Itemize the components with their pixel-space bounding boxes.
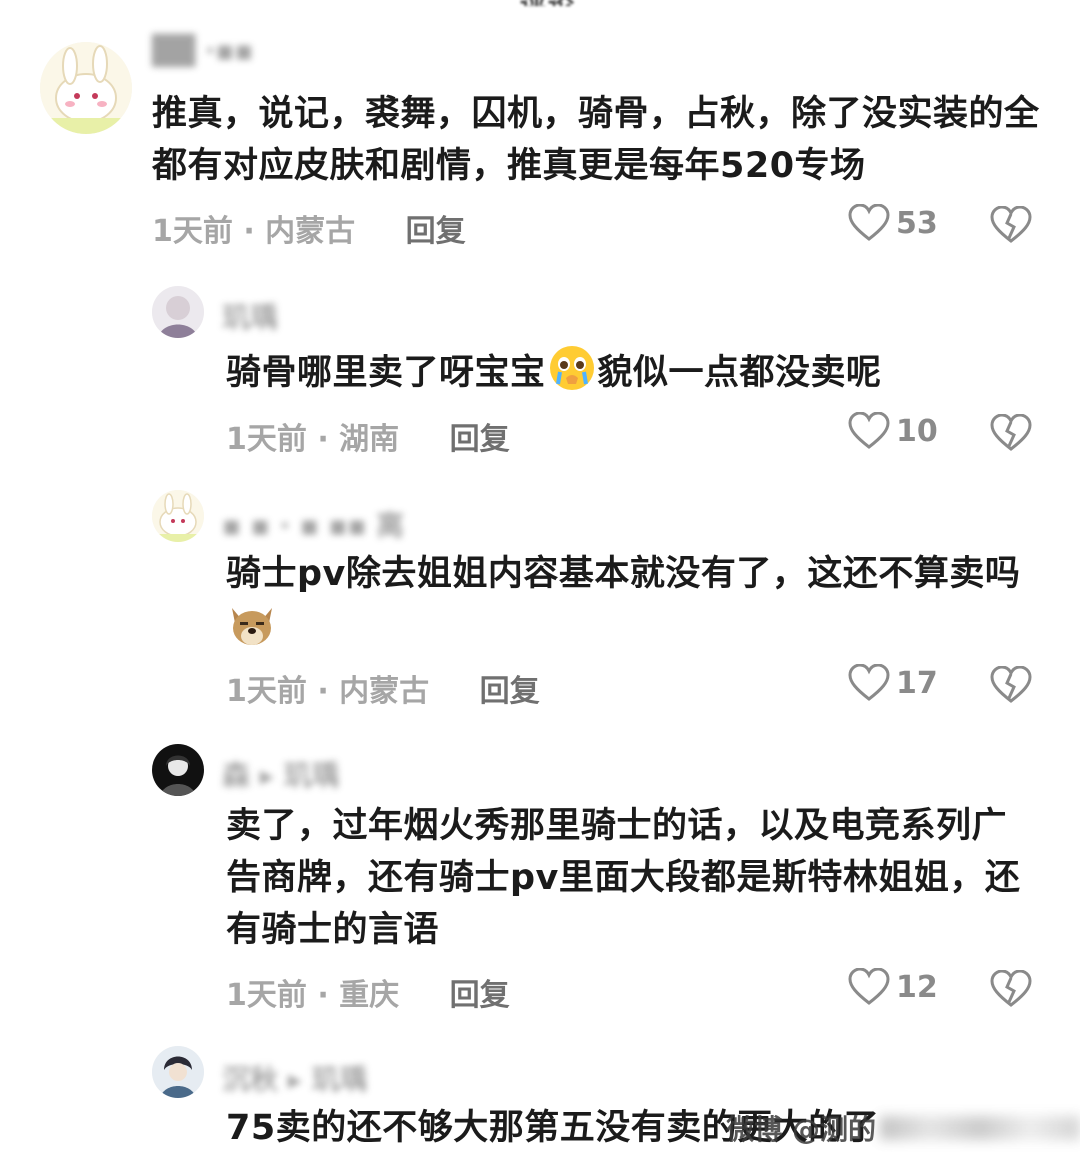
avatar[interactable] [152, 1046, 204, 1098]
comment-meta: 1天前 · 内蒙古 回复 [226, 666, 540, 710]
like-button[interactable]: 12 [848, 968, 938, 1006]
reply-button[interactable]: 回复 [406, 214, 466, 249]
like-button[interactable]: 17 [848, 664, 938, 702]
dark-character-avatar-icon [152, 744, 204, 796]
username[interactable]: 沉秋 ▸ 玑瑀 [222, 1058, 368, 1098]
username[interactable]: 玑瑀 [222, 296, 278, 336]
character-avatar-icon [152, 1046, 204, 1098]
comment-text-part: 骑士pv除去姐姐内容基本就没有了，这还不算卖吗 [226, 554, 1021, 594]
broken-heart-icon[interactable] [990, 666, 1032, 704]
heart-outline-icon [848, 664, 890, 701]
bunny-avatar-icon [152, 490, 204, 542]
like-button[interactable]: 10 [848, 412, 938, 450]
watermark-blur [880, 1116, 1080, 1140]
comment-meta: 1天前 · 重庆 回复 [226, 970, 510, 1014]
avatar[interactable] [152, 490, 204, 542]
time-location: 1天前 · 重庆 [226, 978, 400, 1013]
username[interactable]: ▪ ▪ · ▪ ▪▪ 离 [222, 504, 404, 544]
like-count: 12 [896, 969, 938, 1005]
avatar[interactable] [40, 42, 132, 134]
comment-text-part: 骑骨哪里卖了呀宝宝 [226, 353, 546, 393]
avatar[interactable] [152, 286, 204, 338]
time-location: 1天前 · 内蒙古 [226, 674, 430, 709]
broken-heart-icon[interactable] [990, 970, 1032, 1008]
like-button[interactable]: 53 [848, 204, 938, 242]
comment-text: 骑骨哪里卖了呀宝宝 貌似一点都没卖呢 [226, 344, 1026, 399]
broken-heart-icon[interactable] [990, 414, 1032, 452]
watermark: 微博 @测的 [726, 1110, 1080, 1146]
bunny-avatar-icon [40, 42, 132, 134]
reply-button[interactable]: 回复 [480, 674, 540, 709]
heart-outline-icon [848, 968, 890, 1005]
top-title-cut: 评论 [520, 0, 630, 6]
comment-text: 推真，说记，裘舞，囚机，骑骨，占秋，除了没实装的全都有对应皮肤和剧情，推真更是每… [152, 94, 1040, 186]
heart-outline-icon [848, 204, 890, 241]
broken-heart-icon[interactable] [990, 206, 1032, 244]
time-location: 1天前 · 湖南 [226, 422, 400, 457]
comment-meta: 1天前 · 内蒙古 回复 [152, 206, 466, 250]
reply-button[interactable]: 回复 [450, 422, 510, 457]
comment-text-part: 貌似一点都没卖呢 [597, 353, 882, 393]
like-count: 10 [896, 413, 938, 449]
time-location: 1天前 · 内蒙古 [152, 214, 356, 249]
like-count: 53 [896, 205, 938, 241]
username[interactable]: ██ ·▪▪ [152, 34, 253, 67]
dog-face-emoji [232, 608, 272, 645]
character-avatar-icon [152, 286, 204, 338]
comment-text: 卖了，过年烟火秀那里骑士的话，以及电竞系列广告商牌，还有骑士pv里面大段都是斯特… [226, 806, 1021, 950]
username[interactable]: 森 ▸ 玑瑀 [222, 754, 340, 794]
comment-text: 骑士pv除去姐姐内容基本就没有了，这还不算卖吗 [226, 548, 1032, 655]
crying-face-emoji [549, 346, 594, 390]
reply-button[interactable]: 回复 [450, 978, 510, 1013]
heart-outline-icon [848, 412, 890, 449]
like-count: 17 [896, 665, 938, 701]
avatar[interactable] [152, 744, 204, 796]
watermark-text: 微博 @测的 [726, 1113, 876, 1146]
comment-meta: 1天前 · 湖南 回复 [226, 414, 510, 458]
